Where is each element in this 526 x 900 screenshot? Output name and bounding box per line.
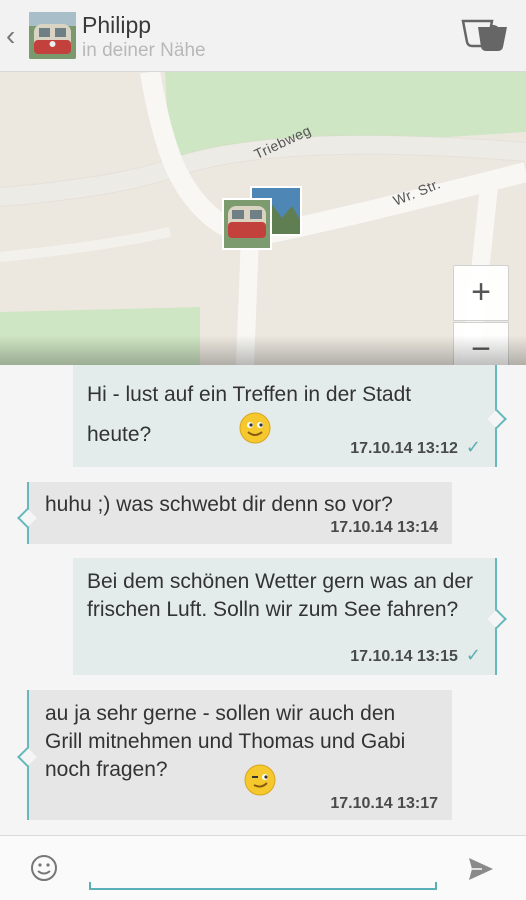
wink-emoji-icon — [244, 764, 276, 796]
message-field[interactable] — [89, 854, 437, 890]
message-incoming[interactable]: au ja sehr gerne - sollen wir auch den G… — [27, 690, 452, 820]
message-text: au ja sehr gerne - sollen wir auch den G… — [45, 702, 406, 781]
location-map[interactable]: Triebweg Wr. Str. + − — [0, 72, 526, 365]
contact-status: in deiner Nähe — [82, 40, 206, 61]
zoom-in-button[interactable]: + — [453, 265, 509, 321]
message-meta: 17.10.14 13:12 ✓ — [350, 433, 481, 463]
avatar[interactable] — [29, 12, 76, 59]
message-input-bar — [0, 835, 526, 900]
message-timestamp: 17.10.14 13:14 — [330, 519, 438, 536]
message-meta: 17.10.14 13:15 ✓ — [350, 641, 481, 671]
smiley-icon[interactable] — [30, 854, 58, 882]
map-shadow — [0, 335, 526, 365]
message-timestamp: 17.10.14 13:17 — [330, 795, 438, 812]
chat-header: ‹ Philipp in deiner Nähe — [0, 0, 526, 72]
location-marker[interactable] — [220, 184, 306, 254]
message-timestamp: 17.10.14 13:12 — [350, 440, 458, 457]
sent-check-icon: ✓ — [465, 437, 481, 457]
coffee-cup-icon[interactable] — [460, 18, 510, 52]
sent-check-icon: ✓ — [465, 645, 481, 665]
contact-name[interactable]: Philipp — [82, 12, 151, 39]
chevron-left-icon[interactable]: ‹ — [6, 22, 24, 50]
message-outgoing[interactable]: Hi - lust auf ein Treffen in der Stadt h… — [73, 365, 497, 467]
message-input[interactable] — [89, 854, 437, 884]
message-text: Bei dem schönen Wetter gern was an der f… — [87, 570, 473, 621]
send-icon[interactable] — [466, 854, 496, 884]
message-outgoing[interactable]: Bei dem schönen Wetter gern was an der f… — [73, 558, 497, 675]
message-timestamp: 17.10.14 13:15 — [350, 648, 458, 665]
message-list[interactable]: Hi - lust auf ein Treffen in der Stadt h… — [0, 365, 526, 835]
smile-emoji-icon — [239, 412, 271, 444]
message-incoming[interactable]: huhu ;) was schwebt dir denn so vor? 17.… — [27, 482, 452, 544]
